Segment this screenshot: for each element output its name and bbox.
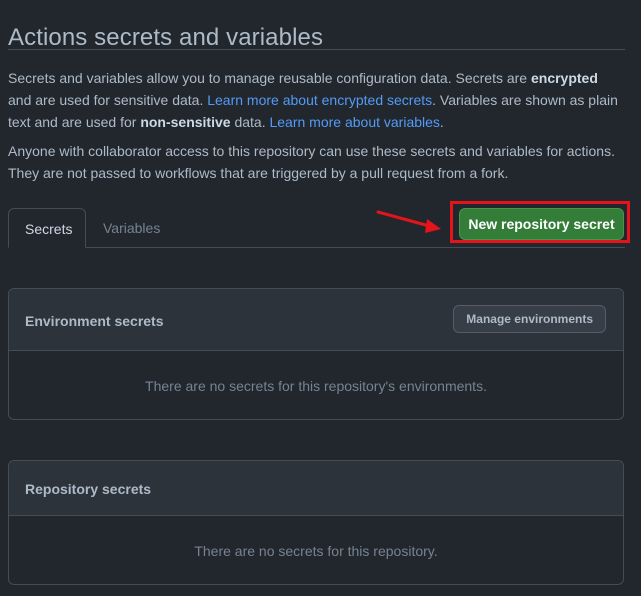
encrypted-emphasis: encrypted [530,70,598,86]
environment-secrets-panel: Environment secrets Manage environments … [8,288,624,420]
environment-secrets-header: Environment secrets Manage environments [9,289,623,351]
page-title: Actions secrets and variables [8,24,324,52]
repository-secrets-title: Repository secrets [25,481,152,497]
description-text: data. [230,114,270,130]
tab-secrets[interactable]: Secrets [8,208,86,248]
description-text: Secrets and variables allow you to manag… [8,70,531,86]
access-note: Anyone with collaborator access to this … [8,143,615,181]
repository-secrets-panel: Repository secrets There are no secrets … [8,460,624,585]
manage-environments-button[interactable]: Manage environments [453,305,606,333]
environment-secrets-title: Environment secrets [25,313,164,329]
encrypted-secrets-link[interactable]: Learn more about encrypted secrets [207,92,432,108]
environment-secrets-empty-message: There are no secrets for this repository… [145,378,487,394]
tab-variables[interactable]: Variables [87,208,176,248]
new-repository-secret-button[interactable]: New repository secret [459,208,624,240]
description-text: and are used for sensitive data. [8,92,208,108]
red-arrow-icon [376,210,441,233]
variables-link[interactable]: Learn more about variables [269,114,439,130]
repository-secrets-header: Repository secrets [9,461,623,516]
title-divider [8,49,625,50]
description-text: . [439,114,444,130]
non-sensitive-emphasis: non-sensitive [140,114,231,130]
repository-secrets-empty-message: There are no secrets for this repository… [194,543,438,559]
description-paragraph: Secrets and variables allow you to manag… [8,67,625,133]
